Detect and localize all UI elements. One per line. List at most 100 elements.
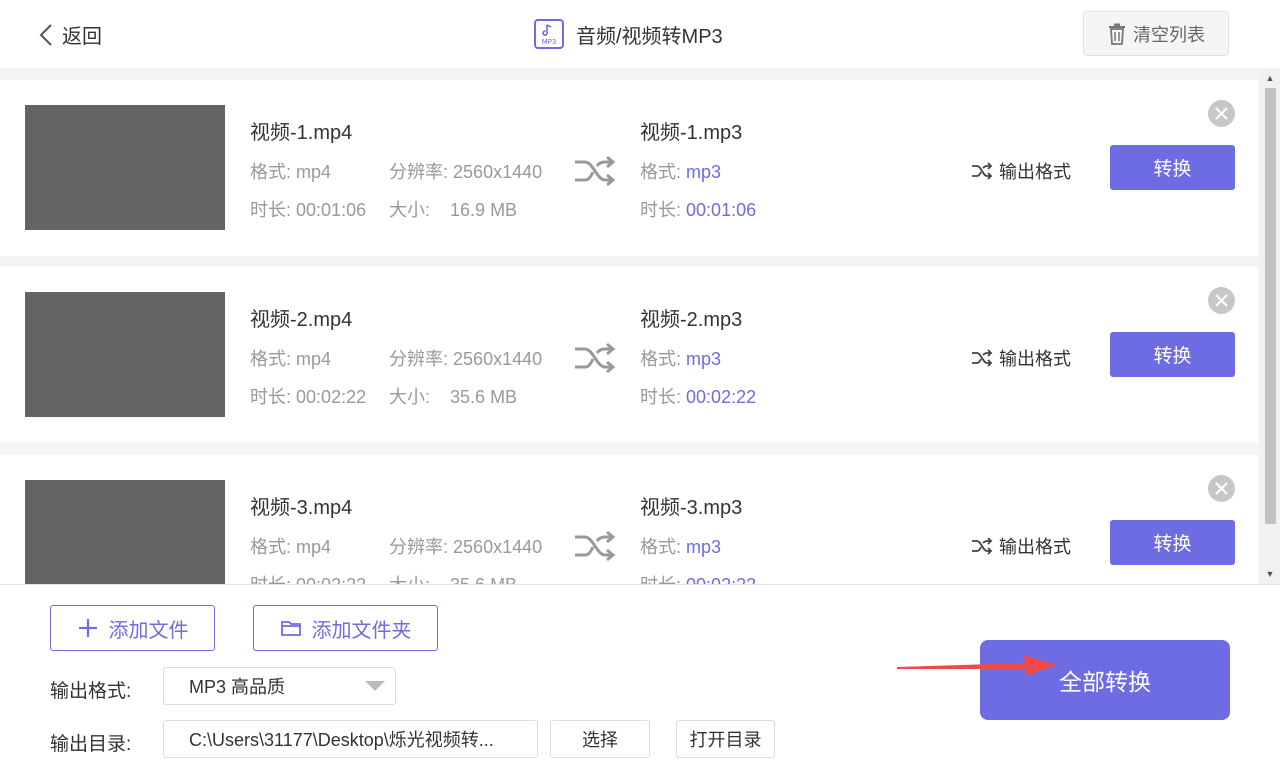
open-dir-button[interactable]: 打开目录 — [676, 720, 775, 758]
output-format-field-label: 输出格式: — [50, 681, 132, 702]
file-item: 视频-3.mp4 格式: mp4 分辨率: 2560x1440 时长: 00:0… — [0, 455, 1258, 584]
output-format-selected: MP3 高品质 — [189, 677, 286, 697]
file-item: 视频-1.mp4 格式: mp4 分辨率: 2560x1440 时长: 00:0… — [0, 80, 1258, 256]
back-label: 返回 — [62, 26, 102, 48]
mp3-icon-text: MP3 — [542, 38, 557, 46]
shuffle-small-icon — [972, 349, 993, 367]
back-button[interactable]: 返回 — [36, 20, 102, 49]
format-label: 格式: — [640, 349, 682, 369]
source-file-name: 视频-3.mp4 — [250, 497, 353, 519]
source-format: 格式: mp4 — [250, 158, 331, 184]
source-size: 大小: 16.9 MB — [389, 196, 517, 222]
folder-icon — [280, 621, 301, 636]
output-format-value: mp3 — [686, 349, 722, 369]
trash-icon — [1109, 23, 1125, 45]
duration-label: 时长: — [640, 387, 682, 407]
output-format-value: mp3 — [686, 537, 722, 557]
file-list: 视频-1.mp4 格式: mp4 分辨率: 2560x1440 时长: 00:0… — [0, 68, 1280, 584]
duration-label: 时长: — [250, 387, 292, 407]
source-file-name: 视频-2.mp4 — [250, 309, 353, 331]
output-dir-input[interactable]: C:\Users\31177\Desktop\烁光视频转... — [163, 720, 538, 758]
shuffle-icon — [575, 342, 616, 374]
output-duration-value: 00:02:22 — [686, 575, 756, 584]
source-size: 大小: 35.6 MB — [389, 383, 517, 409]
output-format-button[interactable]: 输出格式 — [971, 345, 1071, 371]
footer-panel: 添加文件 添加文件夹 输出格式: MP3 高品质 输出目录: C:\Users\… — [0, 584, 1280, 769]
output-duration: 时长: 00:01:06 — [640, 196, 756, 222]
shuffle-small-icon — [972, 537, 993, 555]
chevron-left-icon — [39, 23, 52, 46]
remove-file-button[interactable] — [1208, 287, 1235, 314]
resolution-label: 分辨率: — [389, 162, 449, 182]
output-file-name: 视频-1.mp3 — [640, 122, 743, 144]
add-folder-button[interactable]: 添加文件夹 — [253, 605, 438, 651]
format-label: 格式: — [640, 537, 682, 557]
output-format-value: mp3 — [686, 162, 722, 182]
format-value: mp4 — [296, 537, 332, 557]
resolution-value: 2560x1440 — [453, 162, 543, 182]
add-file-button[interactable]: 添加文件 — [50, 605, 215, 651]
output-format-button[interactable]: 输出格式 — [971, 533, 1071, 559]
output-duration-value: 00:01:06 — [686, 200, 757, 220]
caret-down-icon — [365, 681, 385, 691]
source-format: 格式: mp4 — [250, 345, 331, 371]
format-label: 格式: — [250, 349, 292, 369]
source-duration: 时长: 00:02:22 — [250, 383, 366, 409]
duration-label: 时长: — [640, 200, 682, 220]
resolution-label: 分辨率: — [389, 537, 449, 557]
scroll-down-arrow-icon[interactable]: ▼ — [1260, 566, 1280, 582]
add-file-label: 添加文件 — [108, 619, 189, 642]
header-bar: 返回 MP3 音频/视频转MP3 清空列表 — [0, 0, 1280, 68]
output-file-name: 视频-3.mp3 — [640, 497, 743, 519]
size-value: 16.9 MB — [450, 200, 518, 220]
source-resolution: 分辨率: 2560x1440 — [389, 345, 542, 371]
output-format-label: 输出格式 — [999, 162, 1071, 182]
output-dir-field-label: 输出目录: — [50, 734, 132, 755]
page-title: MP3 音频/视频转MP3 — [534, 19, 723, 49]
output-duration: 时长: 00:02:22 — [640, 383, 756, 409]
remove-file-button[interactable] — [1208, 475, 1235, 502]
size-label: 大小: — [389, 387, 431, 407]
clear-list-label: 清空列表 — [1133, 24, 1205, 45]
convert-button[interactable]: 转换 — [1110, 145, 1235, 190]
output-format-button[interactable]: 输出格式 — [971, 158, 1071, 184]
choose-dir-button[interactable]: 选择 — [550, 720, 650, 758]
shuffle-icon — [575, 530, 616, 562]
resolution-value: 2560x1440 — [453, 349, 543, 369]
clear-list-button[interactable]: 清空列表 — [1083, 11, 1229, 56]
convert-button[interactable]: 转换 — [1110, 332, 1235, 377]
source-duration: 时长: 00:01:06 — [250, 196, 366, 222]
size-value: 35.6 MB — [450, 387, 518, 407]
scroll-up-arrow-icon[interactable]: ▲ — [1260, 70, 1280, 86]
video-thumbnail — [25, 292, 225, 417]
source-size: 大小: 35.6 MB — [389, 571, 517, 584]
duration-label: 时长: — [640, 575, 681, 584]
duration-value: 00:02:22 — [296, 575, 366, 584]
size-label: 大小: — [389, 575, 430, 584]
list-scrollbar[interactable]: ▲ ▼ — [1260, 68, 1280, 584]
output-format-select[interactable]: MP3 高品质 — [163, 667, 396, 705]
page-title-text: 音频/视频转MP3 — [576, 25, 723, 48]
close-icon — [1215, 482, 1228, 495]
shuffle-small-icon — [972, 162, 993, 180]
format-value: mp4 — [296, 162, 332, 182]
output-format-label: 输出格式 — [999, 349, 1071, 369]
output-duration-value: 00:02:22 — [686, 387, 757, 407]
output-format: 格式: mp3 — [640, 345, 721, 371]
source-duration: 时长: 00:02:22 — [250, 571, 366, 584]
scrollbar-thumb[interactable] — [1265, 88, 1276, 524]
duration-value: 00:01:06 — [296, 200, 367, 220]
format-label: 格式: — [640, 162, 682, 182]
add-folder-label: 添加文件夹 — [311, 619, 412, 642]
remove-file-button[interactable] — [1208, 100, 1235, 127]
output-file-name: 视频-2.mp3 — [640, 309, 743, 331]
output-format: 格式: mp3 — [640, 533, 721, 559]
duration-label: 时长: — [250, 575, 291, 584]
close-icon — [1215, 107, 1228, 120]
duration-value: 00:02:22 — [296, 387, 367, 407]
output-format-label: 输出格式 — [999, 537, 1071, 557]
resolution-value: 2560x1440 — [453, 537, 543, 557]
convert-button[interactable]: 转换 — [1110, 520, 1235, 565]
size-value: 35.6 MB — [450, 575, 517, 584]
source-resolution: 分辨率: 2560x1440 — [389, 533, 542, 559]
